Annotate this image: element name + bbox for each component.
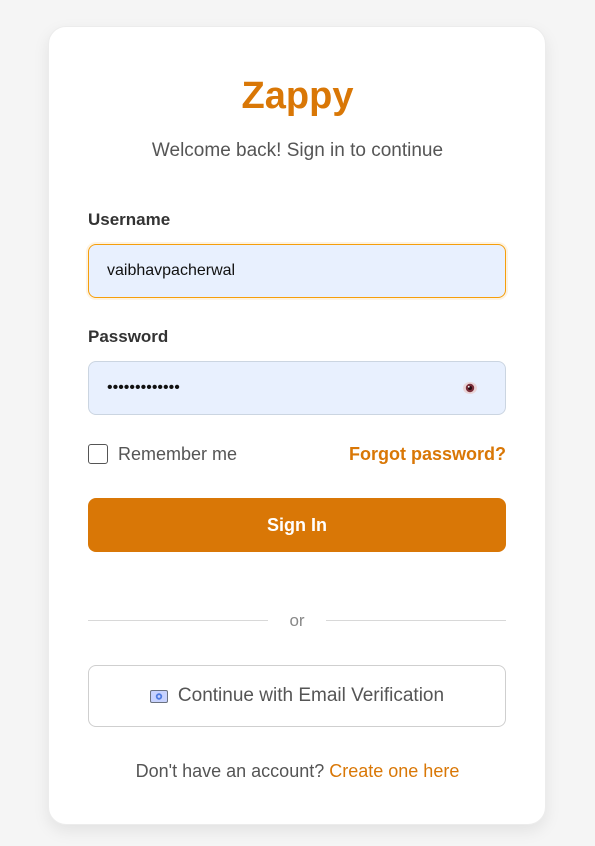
forgot-password-link[interactable]: Forgot password? [349,442,506,466]
remember-me[interactable]: Remember me [88,442,237,466]
username-field[interactable] [88,244,506,298]
remember-checkbox[interactable] [88,444,108,464]
signup-prompt: Don't have an account? Create one here [0,759,595,783]
divider-left [88,620,268,621]
remember-label: Remember me [118,443,238,464]
email-verification-label: Continue with Email Verification [177,685,445,706]
email-icon [149,689,168,703]
divider-label: or [289,611,305,630]
email-verification-button[interactable]: Continue with Email Verification [88,665,506,727]
password-label: Password [88,327,169,346]
username-label: Username [88,210,171,229]
subtitle: Welcome back! Sign in to continue [151,140,444,161]
password-field[interactable] [88,361,506,415]
create-account-link[interactable]: Create one here [329,761,459,781]
eye-icon[interactable] [462,381,478,395]
brand-title: Zappy [241,75,354,117]
divider-right [326,620,506,621]
sign-in-button[interactable]: Sign In [88,498,506,552]
signup-text: Don't have an account? [135,761,325,781]
